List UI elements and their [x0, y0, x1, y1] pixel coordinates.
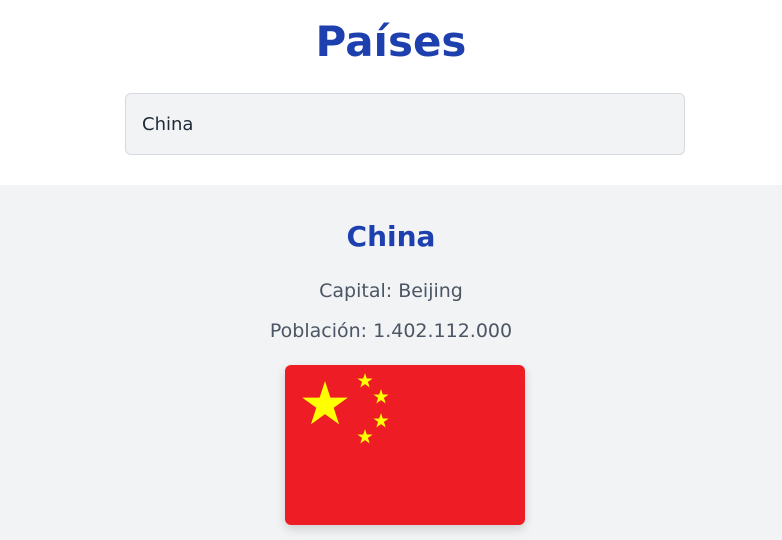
- app-page: Países China Capital: Beijing Población:…: [0, 0, 782, 540]
- population-label: Población:: [269, 320, 368, 342]
- country-result-card: China Capital: Beijing Población: 1.402.…: [0, 185, 782, 540]
- country-name: China: [346, 220, 436, 253]
- search-input[interactable]: [125, 93, 685, 155]
- header: Países: [0, 0, 782, 185]
- capital-label: Capital:: [319, 280, 393, 302]
- capital-value: Beijing: [398, 280, 463, 302]
- china-flag-image: [285, 365, 525, 525]
- population-line: Población: 1.402.112.000: [0, 319, 782, 343]
- capital-line: Capital: Beijing: [0, 279, 782, 303]
- flag-background: [285, 365, 525, 525]
- page-title: Países: [315, 17, 467, 66]
- flag-svg: [285, 365, 525, 525]
- population-value: 1.402.112.000: [373, 320, 513, 342]
